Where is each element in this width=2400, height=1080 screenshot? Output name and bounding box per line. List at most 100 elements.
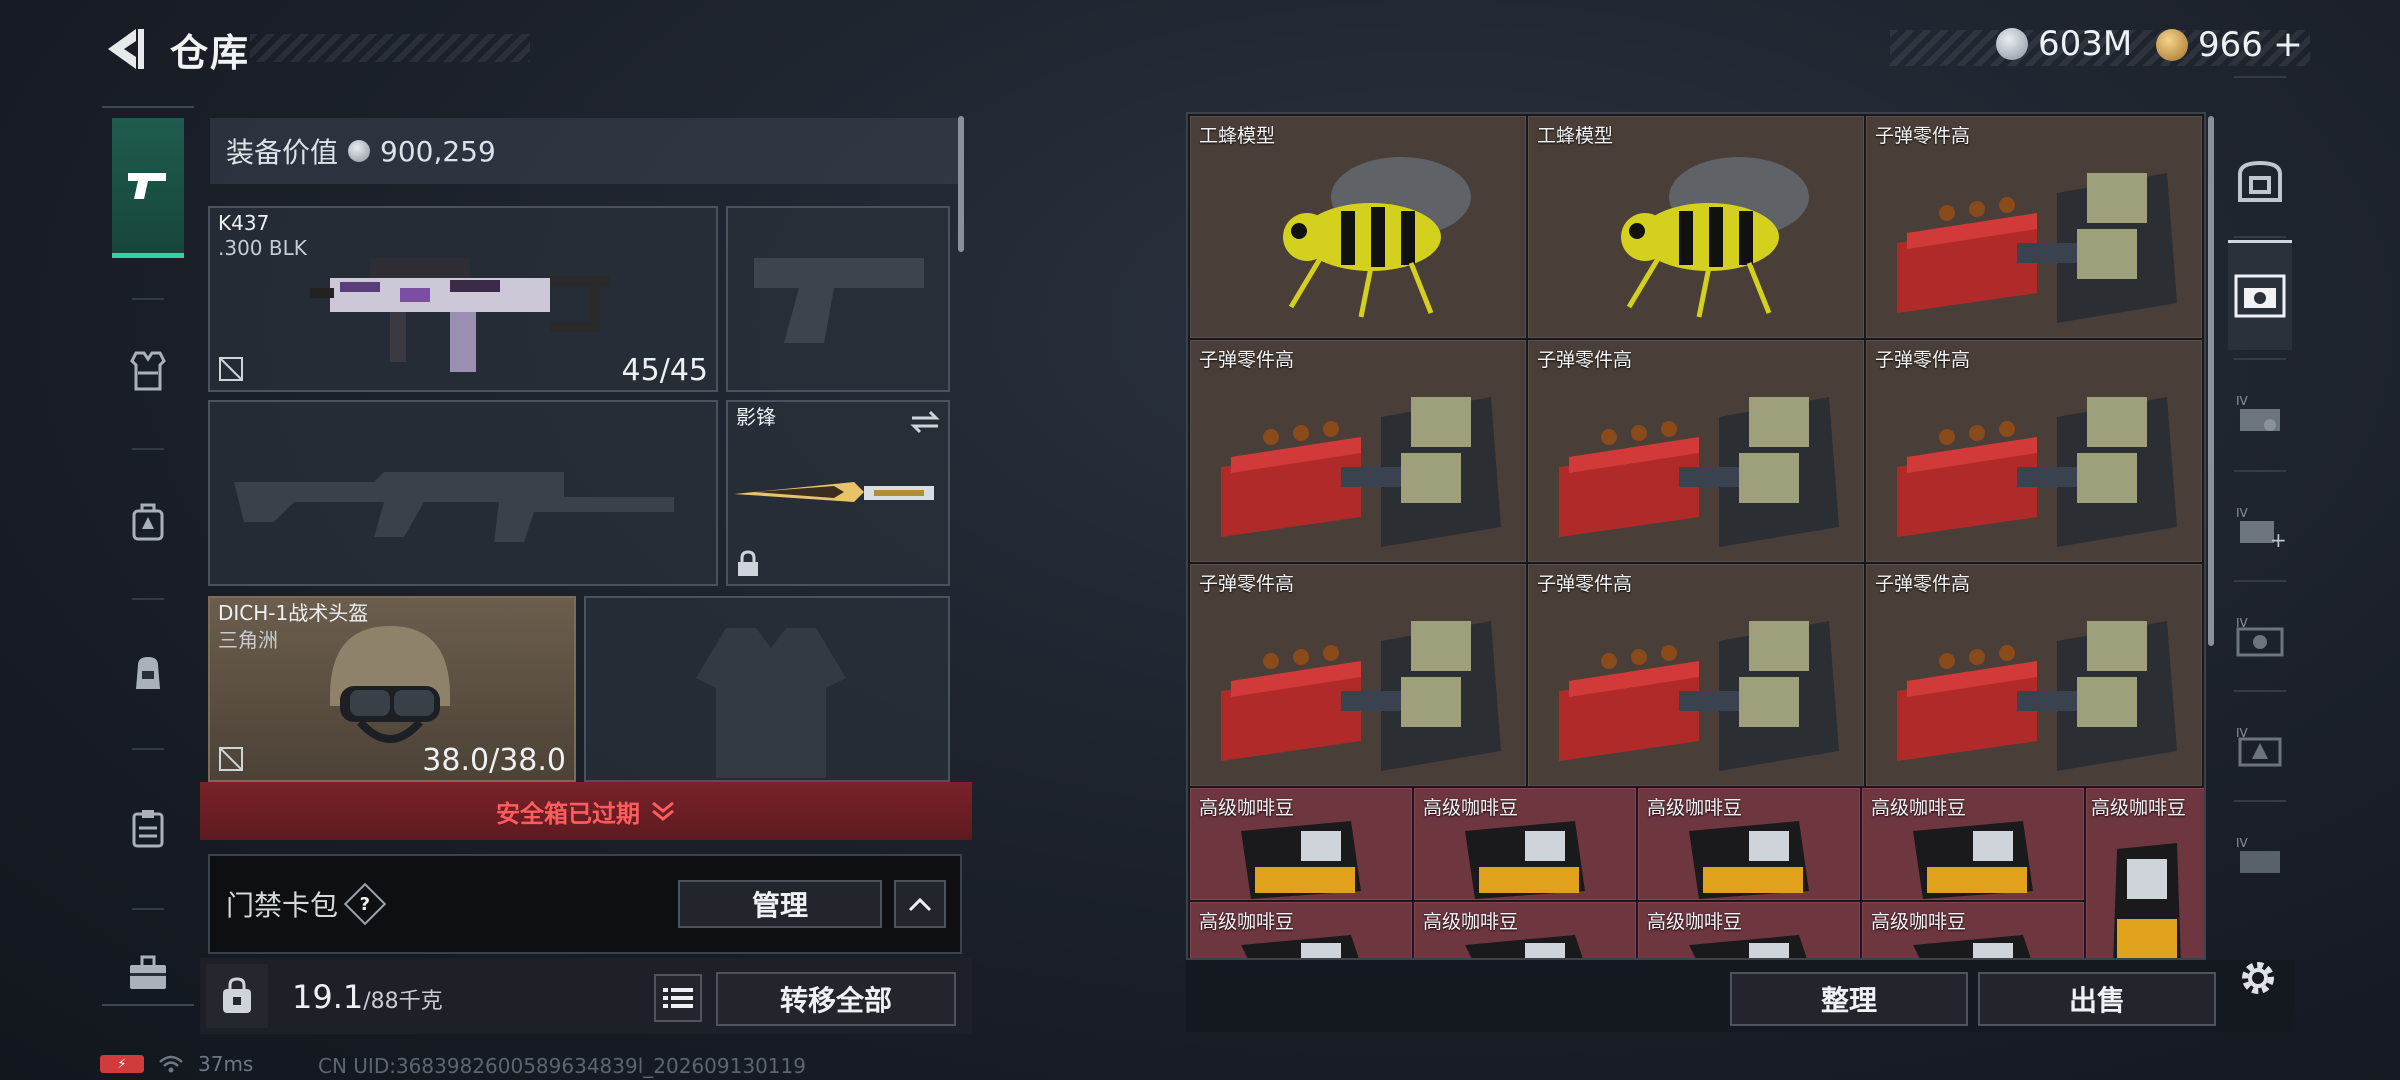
manage-button[interactable]: 管理 <box>678 880 882 928</box>
stash-tab-1[interactable] <box>2228 240 2292 350</box>
stash-item[interactable]: 子弹零件高 <box>1866 564 2202 786</box>
svg-text:IV: IV <box>2236 836 2249 850</box>
stash-item[interactable]: 子弹零件高 <box>1528 340 1864 562</box>
stash-item[interactable]: 工蜂模型 <box>1190 116 1526 338</box>
stash-item[interactable]: 高级咖啡豆 <box>1862 902 2084 958</box>
svg-text:+: + <box>2270 528 2286 549</box>
coffee-bean-bag-image <box>1689 821 1809 899</box>
sort-button[interactable]: 整理 <box>1730 972 1968 1026</box>
category-weapons[interactable] <box>112 118 184 258</box>
stash-item[interactable]: 子弹零件高 <box>1190 340 1526 562</box>
equipment-value-label: 装备价值 <box>226 136 339 169</box>
user-uid: CN UID:3683982600589634839l_202609130119 <box>318 1054 806 1078</box>
stash-item[interactable]: 高级咖啡豆 <box>1638 788 1860 900</box>
lock-icon <box>738 550 758 576</box>
safe-box-expired-bar[interactable]: 安全箱已过期 <box>200 782 972 840</box>
safe-box-text: 安全箱已过期 <box>496 799 640 828</box>
ping-value: 37ms <box>198 1052 254 1076</box>
coffee-bean-bag-image <box>2113 843 2181 958</box>
list-icon <box>663 988 693 1008</box>
stash-tab-3[interactable]: IV + <box>2228 476 2292 576</box>
safe-icon <box>2238 160 2282 202</box>
stash-page-add-icon: IV + <box>2236 506 2286 549</box>
silver-amount: 603M <box>2038 24 2133 64</box>
pistol-slot[interactable] <box>726 206 950 392</box>
ammo-parts-image <box>1559 621 1839 771</box>
weapon-name: K437 <box>218 211 270 235</box>
backpack-lock-icon <box>223 977 251 1013</box>
stash-page-icon: IV <box>2236 726 2282 767</box>
stash-item[interactable]: 高级咖啡豆 <box>1190 902 1412 958</box>
stash-item[interactable]: 子弹零件高 <box>1866 116 2202 338</box>
stash-item[interactable]: 子弹零件高 <box>1528 564 1864 786</box>
svg-text:IV: IV <box>2236 506 2249 520</box>
equipment-value-bar: 装备价值 900,259 <box>210 118 960 184</box>
stash-item[interactable]: 高级咖啡豆 <box>1862 788 2084 900</box>
stash-scrollbar[interactable] <box>2208 116 2214 646</box>
stash-tab-2[interactable]: IV <box>2228 364 2292 464</box>
category-backpack[interactable] <box>112 628 184 718</box>
svg-text:IV: IV <box>2236 394 2249 408</box>
sell-button[interactable]: 出售 <box>1978 972 2216 1026</box>
stash-item[interactable]: 高级咖啡豆 <box>1638 902 1860 958</box>
weight-max: /88千克 <box>363 989 443 1014</box>
stash-tab-4[interactable]: IV <box>2228 586 2292 686</box>
ammo-parts-image <box>1897 173 2177 323</box>
title-decoration <box>250 34 530 62</box>
category-container[interactable] <box>112 778 184 878</box>
stash-tab-overview[interactable] <box>2228 126 2292 236</box>
coffee-bean-bag-image <box>1689 935 1807 958</box>
stash-item[interactable]: 高级咖啡豆 <box>1414 902 1636 958</box>
smg-weapon-image <box>310 258 610 372</box>
helmet-slot[interactable]: DICH-1战术头盔 三角洲 38.0/38.0 <box>208 596 576 782</box>
status-bar: ⚡ 37ms <box>100 1052 253 1076</box>
coffee-bean-bag-image <box>1241 935 1359 958</box>
transfer-all-button[interactable]: 转移全部 <box>716 972 956 1026</box>
stash-page-icon <box>2234 274 2286 317</box>
equipment-value: 900,259 <box>380 134 496 168</box>
item-name: 高级咖啡豆 <box>2091 797 2187 819</box>
gold-coin-icon <box>2156 28 2188 61</box>
back-button[interactable] <box>100 22 148 76</box>
stash-item[interactable]: 高级咖啡豆 <box>1414 788 1636 900</box>
armor-placeholder-icon <box>696 628 846 778</box>
equipment-scrollbar[interactable] <box>958 116 964 252</box>
melee-slot[interactable]: 影锋 <box>726 400 950 586</box>
silver-coin-icon <box>348 140 371 162</box>
weapon-ammo-count: 45/45 <box>621 353 708 388</box>
backpack-lock-button[interactable] <box>206 964 268 1028</box>
category-chest-rig[interactable] <box>112 478 184 568</box>
stash-item[interactable]: 高级咖啡豆 <box>2086 788 2204 958</box>
container-icon <box>132 810 164 848</box>
secondary-weapon-slot[interactable] <box>208 400 718 586</box>
rail-bottom-line <box>102 1004 194 1006</box>
expand-keycard-button[interactable] <box>894 880 946 928</box>
primary-weapon-slot[interactable]: K437 .300 BLK 45/45 <box>208 206 718 392</box>
stash-item[interactable]: 子弹零件高 <box>1190 564 1526 786</box>
body-armor-slot[interactable] <box>584 596 950 782</box>
category-armor[interactable] <box>112 326 184 416</box>
stash-item[interactable]: 子弹零件高 <box>1866 340 2202 562</box>
helmet-subtitle: 三角洲 <box>218 628 278 652</box>
swap-icon[interactable] <box>910 410 940 434</box>
coffee-bean-bag-image <box>1465 935 1583 958</box>
stash-page-icon: IV <box>2236 394 2280 431</box>
add-currency-icon[interactable]: + <box>2273 24 2303 65</box>
stash-item[interactable]: 高级咖啡豆 <box>1190 788 1412 900</box>
page-title: 仓库 <box>170 31 251 75</box>
battery-charging-icon: ⚡ <box>100 1055 144 1073</box>
help-icon[interactable]: ? <box>343 882 387 926</box>
stash-tab-5[interactable]: IV <box>2228 696 2292 796</box>
settings-button[interactable] <box>2234 954 2282 1002</box>
wifi-icon <box>159 1055 183 1073</box>
pistol-placeholder-icon <box>754 258 924 343</box>
silver-coin-icon <box>1996 28 2028 60</box>
gold-currency[interactable]: 966 + <box>2156 24 2303 65</box>
stash-tab-6[interactable]: IV <box>2228 806 2292 906</box>
helmet-durability: 38.0/38.0 <box>422 743 566 778</box>
toolbox-icon <box>130 955 166 989</box>
category-rail <box>102 108 194 1008</box>
wasp-drone-image <box>1621 157 1809 318</box>
list-view-button[interactable] <box>654 974 702 1022</box>
stash-item[interactable]: 工蜂模型 <box>1528 116 1864 338</box>
